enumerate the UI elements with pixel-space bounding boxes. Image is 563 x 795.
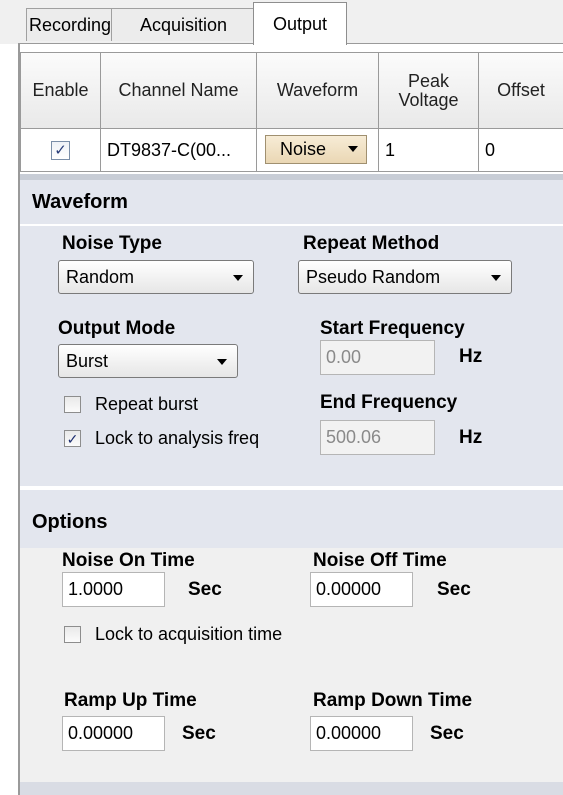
- waveform-dropdown[interactable]: Noise: [265, 135, 367, 164]
- noise-type-dropdown[interactable]: Random: [58, 260, 254, 294]
- start-frequency-unit: Hz: [459, 346, 483, 367]
- column-header-waveform[interactable]: Waveform: [257, 52, 379, 129]
- lock-acquisition-label: Lock to acquisition time: [95, 624, 283, 644]
- lock-analysis-label: Lock to analysis freq: [95, 428, 260, 448]
- waveform-panel-title: Waveform: [20, 180, 563, 224]
- tab-acquisition[interactable]: Acquisition: [111, 8, 256, 41]
- offset-cell[interactable]: 0: [479, 129, 563, 172]
- repeat-method-value: Pseudo Random: [306, 266, 441, 287]
- next-panel-edge: [20, 782, 563, 795]
- options-panel-title: Options: [20, 490, 563, 548]
- ramp-down-time-input[interactable]: 0.00000: [310, 716, 413, 751]
- waveform-cell: Noise: [257, 129, 379, 172]
- lock-acquisition-checkbox[interactable]: [64, 626, 81, 643]
- noise-off-time-input[interactable]: 0.00000: [310, 572, 413, 607]
- waveform-dropdown-value: Noise: [280, 139, 327, 159]
- noise-on-time-input[interactable]: 1.0000: [62, 572, 165, 607]
- column-header-enable[interactable]: Enable: [20, 52, 101, 129]
- output-mode-value: Burst: [66, 350, 109, 371]
- noise-off-time-unit: Sec: [437, 579, 471, 600]
- chevron-down-icon: [491, 275, 501, 281]
- enable-checkbox[interactable]: ✓: [51, 140, 70, 160]
- lock-analysis-checkbox[interactable]: ✓: [64, 430, 81, 447]
- repeat-burst-label: Repeat burst: [95, 394, 199, 414]
- end-frequency-label: End Frequency: [320, 392, 458, 413]
- ramp-up-time-input[interactable]: 0.00000: [62, 716, 165, 751]
- noise-on-time-unit: Sec: [188, 579, 222, 600]
- peak-voltage-cell[interactable]: 1: [379, 129, 479, 172]
- ramp-down-time-label: Ramp Down Time: [313, 690, 473, 711]
- chevron-down-icon: [233, 275, 243, 281]
- repeat-method-label: Repeat Method: [303, 233, 440, 254]
- repeat-burst-checkbox[interactable]: [64, 396, 81, 413]
- noise-off-time-label: Noise Off Time: [313, 550, 447, 571]
- channel-name-cell[interactable]: DT9837-C(00...: [101, 129, 257, 172]
- waveform-panel: Noise Type Repeat Method Random Pseudo R…: [20, 226, 563, 486]
- tab-recording[interactable]: Recording: [26, 8, 114, 41]
- end-frequency-input[interactable]: 500.06: [320, 420, 435, 455]
- tab-output[interactable]: Output: [253, 2, 347, 45]
- ramp-up-time-label: Ramp Up Time: [64, 690, 197, 711]
- ramp-down-time-unit: Sec: [430, 723, 464, 744]
- table-row-enable-cell: ✓: [20, 129, 101, 172]
- channel-grid: Enable Channel Name Waveform Peak Voltag…: [20, 52, 563, 172]
- noise-type-value: Random: [66, 266, 135, 287]
- ramp-up-time-unit: Sec: [182, 723, 216, 744]
- output-mode-label: Output Mode: [58, 318, 176, 339]
- column-header-channel-name[interactable]: Channel Name: [101, 52, 257, 129]
- output-mode-dropdown[interactable]: Burst: [58, 344, 238, 378]
- noise-type-label: Noise Type: [62, 233, 162, 254]
- chevron-down-icon: [217, 359, 227, 365]
- noise-on-time-label: Noise On Time: [62, 550, 195, 571]
- column-header-offset[interactable]: Offset: [479, 52, 563, 129]
- end-frequency-unit: Hz: [459, 427, 483, 448]
- chevron-down-icon: [348, 146, 358, 152]
- tab-strip: Recording Acquisition Output: [0, 0, 563, 45]
- repeat-method-dropdown[interactable]: Pseudo Random: [298, 260, 512, 294]
- start-frequency-label: Start Frequency: [320, 318, 465, 339]
- options-panel: Noise On Time Noise Off Time 1.0000 Sec …: [20, 548, 563, 795]
- column-header-peak-voltage[interactable]: Peak Voltage: [379, 52, 479, 129]
- start-frequency-input[interactable]: 0.00: [320, 340, 435, 375]
